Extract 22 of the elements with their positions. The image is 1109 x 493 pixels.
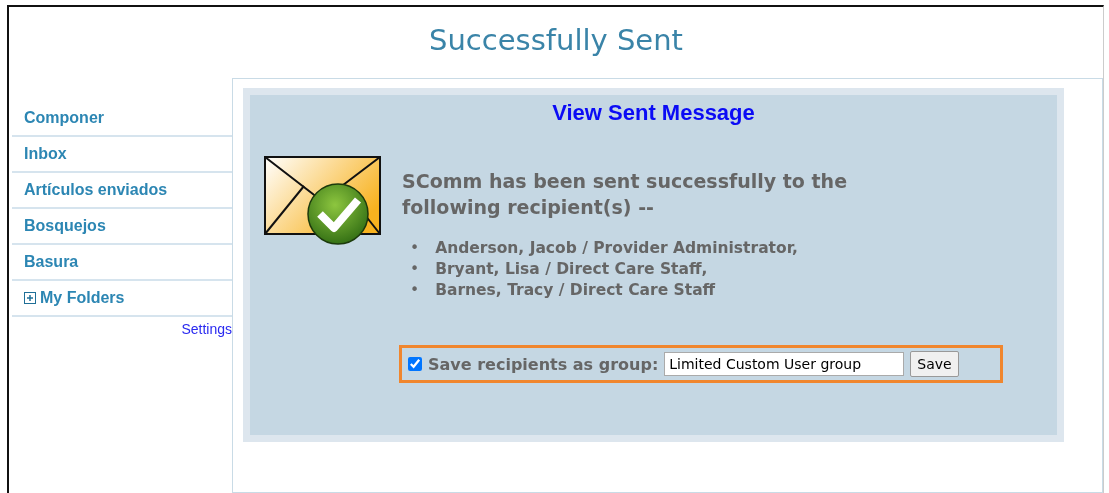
- save-group-label: Save recipients as group:: [428, 354, 659, 374]
- recipient-item: Anderson, Jacob / Provider Administrator,: [435, 238, 798, 259]
- save-button[interactable]: Save: [910, 351, 959, 377]
- bullet-mark: •: [410, 238, 420, 259]
- sidebar-item[interactable]: Inbox: [12, 137, 232, 173]
- bullet-mark: •: [410, 280, 420, 301]
- sidebar-item[interactable]: Artículos enviados: [12, 173, 232, 209]
- view-sent-message-link[interactable]: View Sent Message: [552, 100, 755, 126]
- recipient-item: Bryant, Lisa / Direct Care Staff,: [435, 259, 708, 280]
- recipient-item: Barnes, Tracy / Direct Care Staff: [435, 280, 716, 301]
- group-name-field[interactable]: Limited Custom User group: [664, 352, 905, 376]
- page-title: Successfully Sent: [428, 23, 684, 59]
- expand-icon[interactable]: [24, 292, 36, 304]
- sidebar-item[interactable]: My Folders: [40, 289, 125, 307]
- envelope-check-icon: [264, 156, 382, 246]
- sidebar-item[interactable]: Bosquejos: [12, 209, 232, 245]
- sidebar-item[interactable]: Componer: [12, 101, 232, 137]
- success-message: SComm has been sent successfully to the following recipient(s) --: [402, 169, 849, 220]
- save-group-checkbox[interactable]: [408, 357, 422, 371]
- settings-link[interactable]: Settings: [181, 321, 232, 337]
- sidebar-item[interactable]: Basura: [12, 245, 232, 281]
- bullet-mark: •: [410, 259, 420, 280]
